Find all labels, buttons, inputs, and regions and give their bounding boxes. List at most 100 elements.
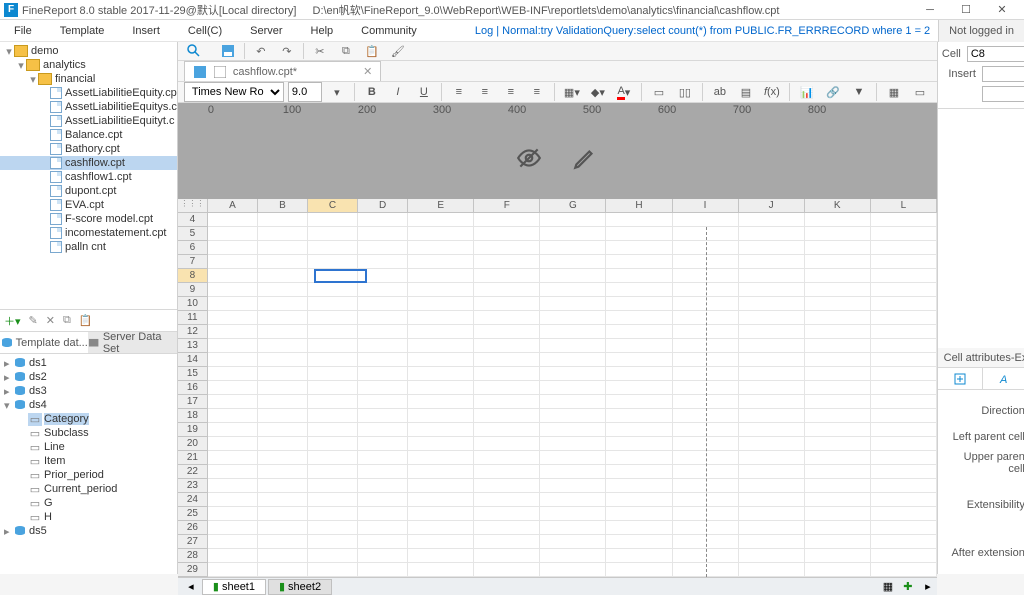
cell[interactable]: [308, 353, 358, 367]
cell[interactable]: [208, 437, 258, 451]
cell[interactable]: [408, 283, 474, 297]
cell[interactable]: [739, 409, 805, 423]
cell[interactable]: [739, 563, 805, 577]
cell[interactable]: [871, 255, 937, 269]
cell[interactable]: [606, 283, 672, 297]
cell[interactable]: [208, 339, 258, 353]
cell[interactable]: [606, 325, 672, 339]
cell[interactable]: [308, 479, 358, 493]
cell[interactable]: [805, 521, 871, 535]
sheet-tab-2[interactable]: ▮sheet2: [268, 579, 332, 595]
cell[interactable]: [606, 423, 672, 437]
cell[interactable]: [308, 451, 358, 465]
cell[interactable]: [358, 451, 408, 465]
cell[interactable]: [540, 493, 606, 507]
cell[interactable]: [408, 367, 474, 381]
ds-column-item[interactable]: ▭Subclass: [0, 426, 177, 440]
cell[interactable]: [308, 521, 358, 535]
cell[interactable]: [258, 269, 308, 283]
cell[interactable]: [474, 213, 540, 227]
sheet-tab-1[interactable]: ▮sheet1: [202, 579, 266, 595]
cell[interactable]: [408, 325, 474, 339]
row-header[interactable]: 29: [178, 563, 207, 577]
cell[interactable]: [474, 325, 540, 339]
cell[interactable]: [408, 213, 474, 227]
cell[interactable]: [358, 549, 408, 563]
cell[interactable]: [308, 241, 358, 255]
cell[interactable]: [805, 409, 871, 423]
cell[interactable]: [474, 367, 540, 381]
cell[interactable]: [208, 353, 258, 367]
cell[interactable]: [308, 227, 358, 241]
cell[interactable]: [606, 493, 672, 507]
cell[interactable]: [408, 395, 474, 409]
cell[interactable]: [358, 311, 408, 325]
cell[interactable]: [474, 269, 540, 283]
cell[interactable]: [258, 255, 308, 269]
cell[interactable]: [606, 465, 672, 479]
cell[interactable]: [540, 451, 606, 465]
cell[interactable]: [308, 339, 358, 353]
cell[interactable]: [739, 325, 805, 339]
cell[interactable]: [474, 507, 540, 521]
bold-icon[interactable]: B: [361, 82, 383, 102]
cell[interactable]: [308, 409, 358, 423]
font-family-select[interactable]: Times New Roman: [184, 82, 284, 102]
cell[interactable]: [208, 325, 258, 339]
cell[interactable]: [208, 563, 258, 577]
cell[interactable]: [258, 507, 308, 521]
cell[interactable]: [606, 241, 672, 255]
cell[interactable]: [540, 213, 606, 227]
cell[interactable]: [408, 465, 474, 479]
cell[interactable]: [258, 521, 308, 535]
cell[interactable]: [258, 241, 308, 255]
cell[interactable]: [258, 549, 308, 563]
cell[interactable]: [474, 381, 540, 395]
parameter-pane[interactable]: [178, 117, 937, 199]
col-header[interactable]: D: [358, 199, 408, 212]
cell[interactable]: [540, 409, 606, 423]
cell[interactable]: [540, 521, 606, 535]
cell[interactable]: [871, 213, 937, 227]
cell[interactable]: [805, 507, 871, 521]
cell[interactable]: [871, 507, 937, 521]
cell[interactable]: [606, 339, 672, 353]
col-header[interactable]: K: [805, 199, 871, 212]
delete-ds-icon[interactable]: ✕: [46, 314, 55, 327]
cell[interactable]: [871, 479, 937, 493]
cell[interactable]: [408, 381, 474, 395]
ds-column-item[interactable]: ▭Prior_period: [0, 468, 177, 482]
cell[interactable]: [408, 241, 474, 255]
paste-icon[interactable]: 📋: [362, 42, 382, 60]
cell[interactable]: [739, 227, 805, 241]
cell[interactable]: [208, 241, 258, 255]
cell[interactable]: [739, 465, 805, 479]
row-header[interactable]: 23: [178, 479, 207, 493]
cell[interactable]: [258, 451, 308, 465]
cell[interactable]: [308, 493, 358, 507]
row-header[interactable]: 17: [178, 395, 207, 409]
cell[interactable]: [606, 479, 672, 493]
cell[interactable]: [805, 269, 871, 283]
cell[interactable]: [358, 535, 408, 549]
cell[interactable]: [739, 381, 805, 395]
cell[interactable]: [540, 269, 606, 283]
chart-icon[interactable]: 📊: [796, 82, 818, 102]
cell[interactable]: [805, 381, 871, 395]
cell[interactable]: [208, 297, 258, 311]
ds-column-item[interactable]: ▭Current_period: [0, 482, 177, 496]
cell[interactable]: [308, 381, 358, 395]
cell[interactable]: [258, 563, 308, 577]
cell[interactable]: [408, 507, 474, 521]
preview-icon[interactable]: [184, 42, 204, 60]
cell[interactable]: [739, 255, 805, 269]
ds-item[interactable]: ▸ds5: [0, 524, 177, 538]
cell[interactable]: [540, 297, 606, 311]
cell[interactable]: [408, 255, 474, 269]
cell[interactable]: [606, 507, 672, 521]
row-header[interactable]: 14: [178, 353, 207, 367]
cell[interactable]: [208, 521, 258, 535]
cell[interactable]: [308, 423, 358, 437]
cell[interactable]: [308, 437, 358, 451]
paste-ds-icon[interactable]: 📋: [79, 314, 93, 327]
